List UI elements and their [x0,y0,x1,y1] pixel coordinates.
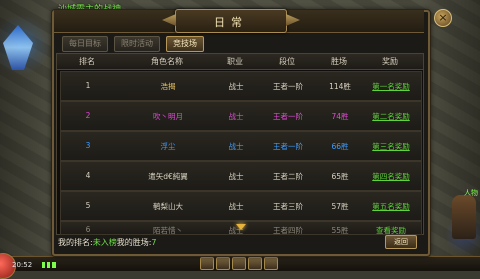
header-name: 角色名称 [151,57,183,66]
player-name-cell: 陌若惜丶 [153,226,183,235]
table-header: 排名 角色名称 职业 段位 胜场 奖励 [57,54,423,70]
player-name-cell: 浩揭 [160,82,176,91]
header-class: 职业 [227,57,243,66]
tab-daily-goals[interactable]: 每日目标 [62,36,108,52]
class-cell: 战士 [228,82,244,91]
reward-link[interactable]: 第二名奖励 [364,111,418,122]
reward-link[interactable]: 第三名奖励 [364,141,418,152]
my-rank-label: 我的排名: [58,238,93,247]
class-cell: 战士 [228,142,244,151]
wins-cell: 74胜 [331,112,349,121]
signal-icon [42,262,56,268]
reward-link[interactable]: 第五名奖励 [364,201,418,212]
header-tier: 段位 [279,57,295,66]
arena-ranking-table: 排名 角色名称 职业 段位 胜场 奖励 1 浩揭 战士 王者一阶 114胜 第一… [56,53,424,235]
tab-bar: 每日目标 限时活动 竞技场 [62,36,204,52]
class-cell: 战士 [228,202,244,211]
tier-cell: 王者一阶 [273,82,303,91]
player-name-cell: 鹌梨山大 [153,202,183,211]
wins-cell: 65胜 [331,172,349,181]
table-row: 1 浩揭 战士 王者一阶 114胜 第一名奖励 [60,71,422,101]
player-name-cell: 吹丶明月 [153,112,183,121]
tier-cell: 王者二阶 [273,172,303,181]
reward-link[interactable]: 第四名奖励 [364,171,418,182]
hud-button-1[interactable] [200,257,214,270]
tier-cell: 王者一阶 [273,112,303,121]
tier-cell: 王者三阶 [273,202,303,211]
rank-cell: 5 [85,201,91,210]
rank-cell: 2 [85,111,91,120]
my-wins-label: 我的胜场: [116,238,152,247]
table-row: 5 鹌梨山大 战士 王者三阶 57胜 第五名奖励 [60,191,422,221]
panel-title-plate: 日常 [175,9,287,33]
class-cell: 战士 [228,112,244,121]
scroll-down-arrow-icon[interactable] [236,224,246,230]
header-rank: 排名 [79,57,95,66]
close-button[interactable]: × [434,9,452,27]
rank-cell: 3 [85,141,91,150]
hud-button-2[interactable] [216,257,230,270]
reward-link[interactable]: 查看奖励 [364,225,418,234]
table-row: 2 吹丶明月 战士 王者一阶 74胜 第二名奖励 [60,101,422,131]
wins-cell: 114胜 [329,82,351,91]
my-rank-info: 我的排名:未入榜我的胜场:7 [58,237,157,248]
tier-cell: 王者四阶 [273,226,303,235]
clock-text: 20:52 [12,261,33,269]
back-button[interactable]: 返回 [385,235,417,249]
class-cell: 战士 [228,172,244,181]
my-wins-value: 7 [151,238,157,247]
panel-title: 日常 [214,16,248,29]
rank-cell: 6 [85,225,91,234]
wins-cell: 66胜 [331,142,349,151]
character-tag: 人物 [464,189,478,197]
header-reward: 奖励 [382,57,398,66]
bottom-hud-bar: 20:52 [0,253,480,279]
table-row: 4 遣矢d€純翼 战士 王者二阶 65胜 第四名奖励 [60,161,422,191]
table-row: 3 浮尘 战士 王者一阶 66胜 第三名奖励 [60,131,422,161]
my-rank-value: 未入榜 [92,238,117,247]
header-wins: 胜场 [331,57,347,66]
hud-button-5[interactable] [264,257,278,270]
hud-button-4[interactable] [248,257,262,270]
tier-cell: 王者一阶 [273,142,303,151]
character-portrait-icon[interactable] [452,195,476,239]
reward-link[interactable]: 第一名奖励 [364,81,418,92]
tab-arena[interactable]: 竞技场 [166,36,204,52]
player-name-cell: 遣矢d€純翼 [148,172,188,181]
wins-cell: 55胜 [331,226,349,235]
hud-button-3[interactable] [232,257,246,270]
rank-cell: 4 [85,171,91,180]
rank-cell: 1 [85,81,91,90]
wins-cell: 57胜 [331,202,349,211]
tab-limited-events[interactable]: 限时活动 [114,36,160,52]
player-name-cell: 浮尘 [160,142,176,151]
